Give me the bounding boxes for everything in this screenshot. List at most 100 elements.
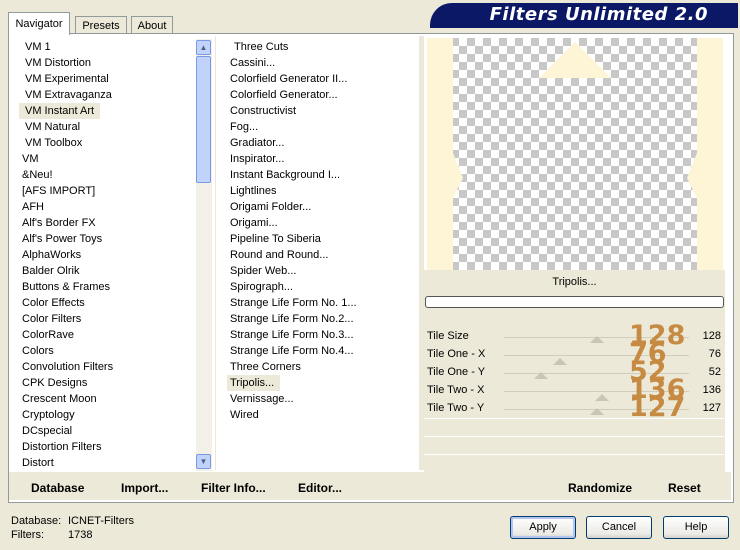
category-item-label: VM 1	[25, 41, 51, 53]
category-item[interactable]: VM Natural	[19, 119, 195, 135]
filter-item[interactable]: Origami Folder...	[227, 199, 417, 215]
filter-list[interactable]: Three Cuts Cassini... Colorfield Generator…	[227, 39, 417, 471]
filter-item[interactable]: Spirograph...	[227, 279, 417, 295]
banner-title: Filters Unlimited 2.0	[489, 4, 708, 25]
category-list[interactable]: VM 1 VM Distortion VM Experimental VM Extra…	[19, 39, 195, 471]
category-item[interactable]: VM Extravaganza	[19, 87, 195, 103]
category-item-label: Color Filters	[22, 313, 82, 325]
scroll-down-button[interactable]: ▼	[196, 454, 211, 469]
filter-item-label: Colorfield Generator II...	[230, 73, 348, 85]
category-item[interactable]: CPK Designs	[19, 375, 195, 391]
category-scrollbar[interactable]: ▲ ▼	[196, 39, 212, 471]
filter-item[interactable]: Tripolis...	[227, 375, 417, 391]
param-slider-handle[interactable]	[534, 372, 548, 379]
category-item[interactable]: Balder Olrik	[19, 263, 195, 279]
param-slider-handle[interactable]	[589, 408, 604, 415]
filter-item[interactable]: Strange Life Form No.4...	[227, 343, 417, 359]
editor-button[interactable]: Editor...	[298, 481, 342, 495]
filter-item[interactable]: Fog...	[227, 119, 417, 135]
filter-item-label: Three Corners	[230, 361, 301, 373]
filter-item[interactable]: Wired	[227, 407, 417, 423]
scroll-up-button[interactable]: ▲	[196, 40, 211, 55]
category-item[interactable]: VM Toolbox	[19, 135, 195, 151]
category-item[interactable]: AFH	[19, 199, 195, 215]
param-row[interactable]: Tile One - X 76 76	[424, 340, 724, 367]
category-item[interactable]: Alf's Border FX	[19, 215, 195, 231]
filter-item-label: Colorfield Generator...	[230, 89, 338, 101]
import-button[interactable]: Import...	[121, 481, 168, 495]
filter-item-label: Origami Folder...	[230, 201, 312, 213]
scroll-thumb[interactable]	[196, 56, 211, 183]
filter-item[interactable]: Strange Life Form No.3...	[227, 327, 417, 343]
filter-item[interactable]: Cassini...	[227, 55, 417, 71]
category-item-label: Crescent Moon	[22, 393, 97, 405]
filter-item[interactable]: Origami...	[227, 215, 417, 231]
filter-item[interactable]: Three Corners	[227, 359, 417, 375]
category-item[interactable]: Alf's Power Toys	[19, 231, 195, 247]
category-item[interactable]: VM Instant Art	[19, 103, 195, 119]
filter-item[interactable]: Spider Web...	[227, 263, 417, 279]
filter-item[interactable]: Constructivist	[227, 103, 417, 119]
category-item-label: Alf's Border FX	[22, 217, 96, 229]
filter-item[interactable]: Round and Round...	[227, 247, 417, 263]
filter-item-label: Wired	[230, 409, 259, 421]
category-item-label: DCspecial	[22, 425, 73, 437]
category-item-label: VM Extravaganza	[25, 89, 112, 101]
filter-item[interactable]: Strange Life Form No.2...	[227, 311, 417, 327]
category-item-label: VM Natural	[25, 121, 81, 133]
filter-item[interactable]: Three Cuts	[227, 39, 417, 55]
category-item[interactable]: VM Distortion	[19, 55, 195, 71]
category-item[interactable]: Crescent Moon	[19, 391, 195, 407]
category-item[interactable]: AlphaWorks	[19, 247, 195, 263]
filter-item-label: Instant Background I...	[230, 169, 341, 181]
category-item[interactable]: &Neu!	[19, 167, 195, 183]
category-item-label: Color Effects	[22, 297, 85, 309]
category-item[interactable]: DCspecial	[19, 423, 195, 439]
database-button[interactable]: Database	[31, 481, 84, 495]
product-banner: Filters Unlimited 2.0	[430, 3, 738, 28]
preview-pattern	[427, 38, 723, 270]
category-item[interactable]: Cryptology	[19, 407, 195, 423]
category-item-label: VM	[22, 153, 39, 165]
randomize-button[interactable]: Randomize	[568, 481, 632, 495]
param-value: 127	[702, 402, 721, 414]
category-item[interactable]: [AFS IMPORT]	[19, 183, 195, 199]
filter-item[interactable]: Colorfield Generator...	[227, 87, 417, 103]
filter-item[interactable]: Gradiator...	[227, 135, 417, 151]
category-item-label: VM Instant Art	[19, 103, 101, 119]
category-item[interactable]: VM Experimental	[19, 71, 195, 87]
filter-item[interactable]: Colorfield Generator II...	[227, 71, 417, 87]
apply-button[interactable]: Apply	[510, 516, 576, 539]
filter-item-label: Strange Life Form No.4...	[230, 345, 354, 357]
category-item[interactable]: Colors	[19, 343, 195, 359]
reset-button[interactable]: Reset	[668, 481, 701, 495]
filter-info-button[interactable]: Filter Info...	[201, 481, 266, 495]
category-item[interactable]: Distortion Filters	[19, 439, 195, 455]
param-row[interactable]: Tile Size 128 128	[424, 322, 724, 349]
empty-param-row	[424, 454, 724, 472]
category-item[interactable]: VM 1	[19, 39, 195, 55]
cancel-button[interactable]: Cancel	[586, 516, 652, 539]
category-item[interactable]: Distort	[19, 455, 195, 471]
category-item[interactable]: VM	[19, 151, 195, 167]
param-row[interactable]: Tile Two - Y 127 127	[424, 394, 724, 421]
category-item-label: VM Toolbox	[25, 137, 83, 149]
filter-item[interactable]: Pipeline To Siberia	[227, 231, 417, 247]
category-item[interactable]: Color Filters	[19, 311, 195, 327]
filter-item[interactable]: Inspirator...	[227, 151, 417, 167]
category-item[interactable]: Convolution Filters	[19, 359, 195, 375]
category-item[interactable]: Buttons & Frames	[19, 279, 195, 295]
filter-item[interactable]: Instant Background I...	[227, 167, 417, 183]
category-item[interactable]: Color Effects	[19, 295, 195, 311]
filter-item[interactable]: Strange Life Form No. 1...	[227, 295, 417, 311]
filter-item[interactable]: Lightlines	[227, 183, 417, 199]
help-button[interactable]: Help	[663, 516, 729, 539]
filter-item-label: Pipeline To Siberia	[230, 233, 321, 245]
preview-shape-left	[427, 38, 463, 270]
filter-item-label: Constructivist	[230, 105, 297, 117]
category-item-label: VM Distortion	[25, 57, 92, 69]
filter-item[interactable]: Vernissage...	[227, 391, 417, 407]
category-item[interactable]: ColorRave	[19, 327, 195, 343]
tab-navigator[interactable]: Navigator	[8, 12, 70, 35]
param-slider-handle[interactable]	[589, 336, 604, 343]
